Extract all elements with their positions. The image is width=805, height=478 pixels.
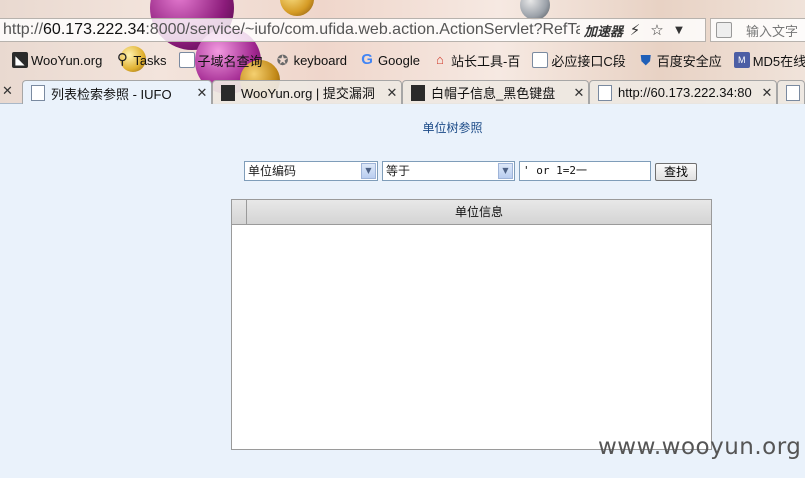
bookmark-subdomain[interactable]: 子域名查询 [178,51,263,70]
page-icon [532,52,549,68]
search-placeholder: 输入文字 [746,23,799,39]
chevron-down-icon[interactable]: ▼ [498,163,513,179]
star-icon: ✪ [276,52,289,68]
shield-icon: ⛊ [640,52,651,68]
tab-more[interactable]: h [777,80,805,104]
wooyun-icon [411,84,425,101]
condition-input[interactable]: ' or 1=2一 [519,161,651,181]
grid-header: 单位信息 [232,200,711,225]
url-text[interactable]: http://60.173.222.34:8000/service/~iufo/… [0,21,580,39]
find-button[interactable]: 查找 [655,163,697,181]
operator-select[interactable]: 等于 ▼ [382,161,515,181]
tab-wooyun-submit[interactable]: WooYun.org | 提交漏洞 ✕ [212,80,402,104]
page-icon [786,84,800,101]
wooyun-icon [221,84,235,101]
wooyun-icon: ◣ [12,52,28,68]
close-icon[interactable]: ✕ [570,85,588,101]
page-icon [178,52,195,68]
chevron-down-icon[interactable]: ▼ [361,163,376,179]
bookmark-star-icon[interactable]: ☆ [647,21,667,39]
page-content: 单位树参照 单位编码 ▼ 等于 ▼ ' or 1=2一 查找 单位信息 www.… [0,104,805,478]
page-icon [31,85,45,101]
close-icon[interactable]: ✕ [383,85,401,101]
bookmark-wooyun[interactable]: ◣ WooYun.org [12,52,102,68]
watermark: www.wooyun.org [598,434,802,460]
field-select[interactable]: 单位编码 ▼ [244,161,378,181]
lightning-icon[interactable]: ⚡ [625,21,645,39]
close-icon[interactable]: ✕ [2,84,13,99]
close-icon[interactable]: ✕ [193,85,211,101]
search-input[interactable]: 输入文字 [710,18,805,42]
bookmark-keyboard[interactable]: ✪ keyboard [275,52,347,68]
address-bar[interactable]: http://60.173.222.34:8000/service/~iufo/… [0,18,706,42]
browser-chrome: http://60.173.222.34:8000/service/~iufo/… [0,0,805,104]
accelerator-label[interactable]: 加速器 [584,21,623,40]
bookmark-md5[interactable]: MMD5在线解 [733,51,805,70]
tab-list-search[interactable]: 列表检索参照 - IUFO ✕ [22,80,212,104]
bookmark-tasks[interactable]: ⚲ Tasks [114,51,167,68]
tab-target-url[interactable]: http://60.173.222.34:80 ✕ [589,80,777,104]
ornament-decoration [280,0,314,16]
md5-icon: M [733,52,750,68]
page-title: 单位树参照 [422,121,483,135]
google-icon: G [361,51,373,68]
key-icon: ⚲ [116,51,128,68]
column-header-unit-info[interactable]: 单位信息 [247,200,711,224]
grid-corner-cell [232,200,247,224]
tab-strip: ✕ 列表检索参照 - IUFO ✕ WooYun.org | 提交漏洞 ✕ 白帽… [0,80,805,104]
close-icon[interactable]: ✕ [758,85,776,101]
bookmarks-bar: ◣ WooYun.org ⚲ Tasks 子域名查询 ✪ keyboard G Goog… [0,48,805,72]
ornament-decoration [520,0,550,20]
bookmark-baidu-security[interactable]: ⛊ 百度安全应 [638,51,721,70]
search-engine-icon[interactable] [716,22,732,38]
house-icon: ⌂ [436,52,444,67]
bookmark-google[interactable]: G Google [359,52,420,68]
page-icon [598,84,612,101]
result-grid: 单位信息 [231,199,712,450]
bookmark-bing-c-segment[interactable]: 必应接口C段 [532,51,626,70]
bookmark-webmaster-tools[interactable]: ⌂ 站长工具-百 [432,51,520,70]
chevron-down-icon[interactable]: ▼ [669,25,689,36]
tab-whitehat-info[interactable]: 白帽子信息_黑色键盘 ✕ [402,80,589,104]
